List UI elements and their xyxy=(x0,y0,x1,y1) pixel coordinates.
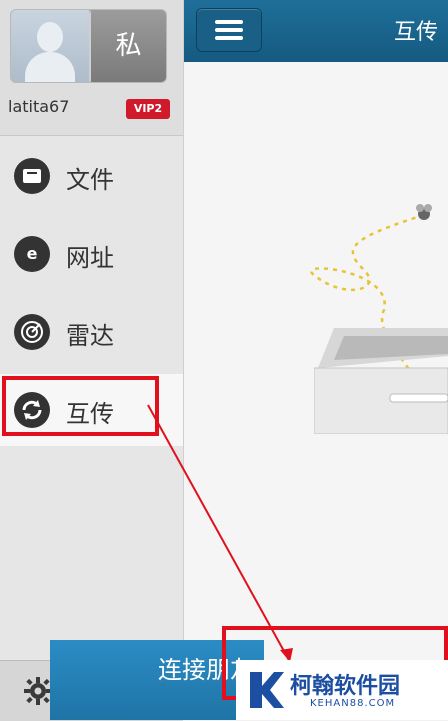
username: latita67 xyxy=(8,97,70,116)
sidebar-item-files[interactable]: 文件 xyxy=(0,140,183,212)
sidebar-item-label: 雷达 xyxy=(66,322,114,350)
profile-panel: 私 latita67 VIP2 xyxy=(0,0,183,136)
sidebar-item-urls[interactable]: e 网址 xyxy=(0,218,183,290)
e-browser-icon: e xyxy=(14,236,50,272)
file-icon xyxy=(14,158,50,194)
vip-badge: VIP2 xyxy=(126,99,170,119)
avatar-head-icon xyxy=(37,22,63,52)
avatar-body-icon xyxy=(25,52,75,82)
avatar[interactable] xyxy=(11,10,89,82)
bee-icon xyxy=(416,204,432,220)
kehan-logo-icon xyxy=(250,672,284,708)
sidebar-item-label: 网址 xyxy=(66,244,114,272)
sidebar: 私 latita67 VIP2 文件 e 网址 雷达 互传 xyxy=(0,0,184,721)
watermark-title: 柯翰软件园 xyxy=(290,674,401,699)
sidebar-item-label: 文件 xyxy=(66,166,114,194)
main-panel: 互传 xyxy=(184,0,448,720)
annotation-highlight-transfer xyxy=(2,376,159,436)
private-label[interactable]: 私 xyxy=(91,10,166,82)
watermark: 柯翰软件园 KEHAN88.COM xyxy=(236,660,448,720)
drawer-illustration xyxy=(314,328,448,434)
privacy-toggle[interactable]: 私 xyxy=(10,9,167,83)
sidebar-item-radar[interactable]: 雷达 xyxy=(0,296,183,368)
watermark-url: KEHAN88.COM xyxy=(310,698,396,709)
radar-icon xyxy=(14,314,50,350)
